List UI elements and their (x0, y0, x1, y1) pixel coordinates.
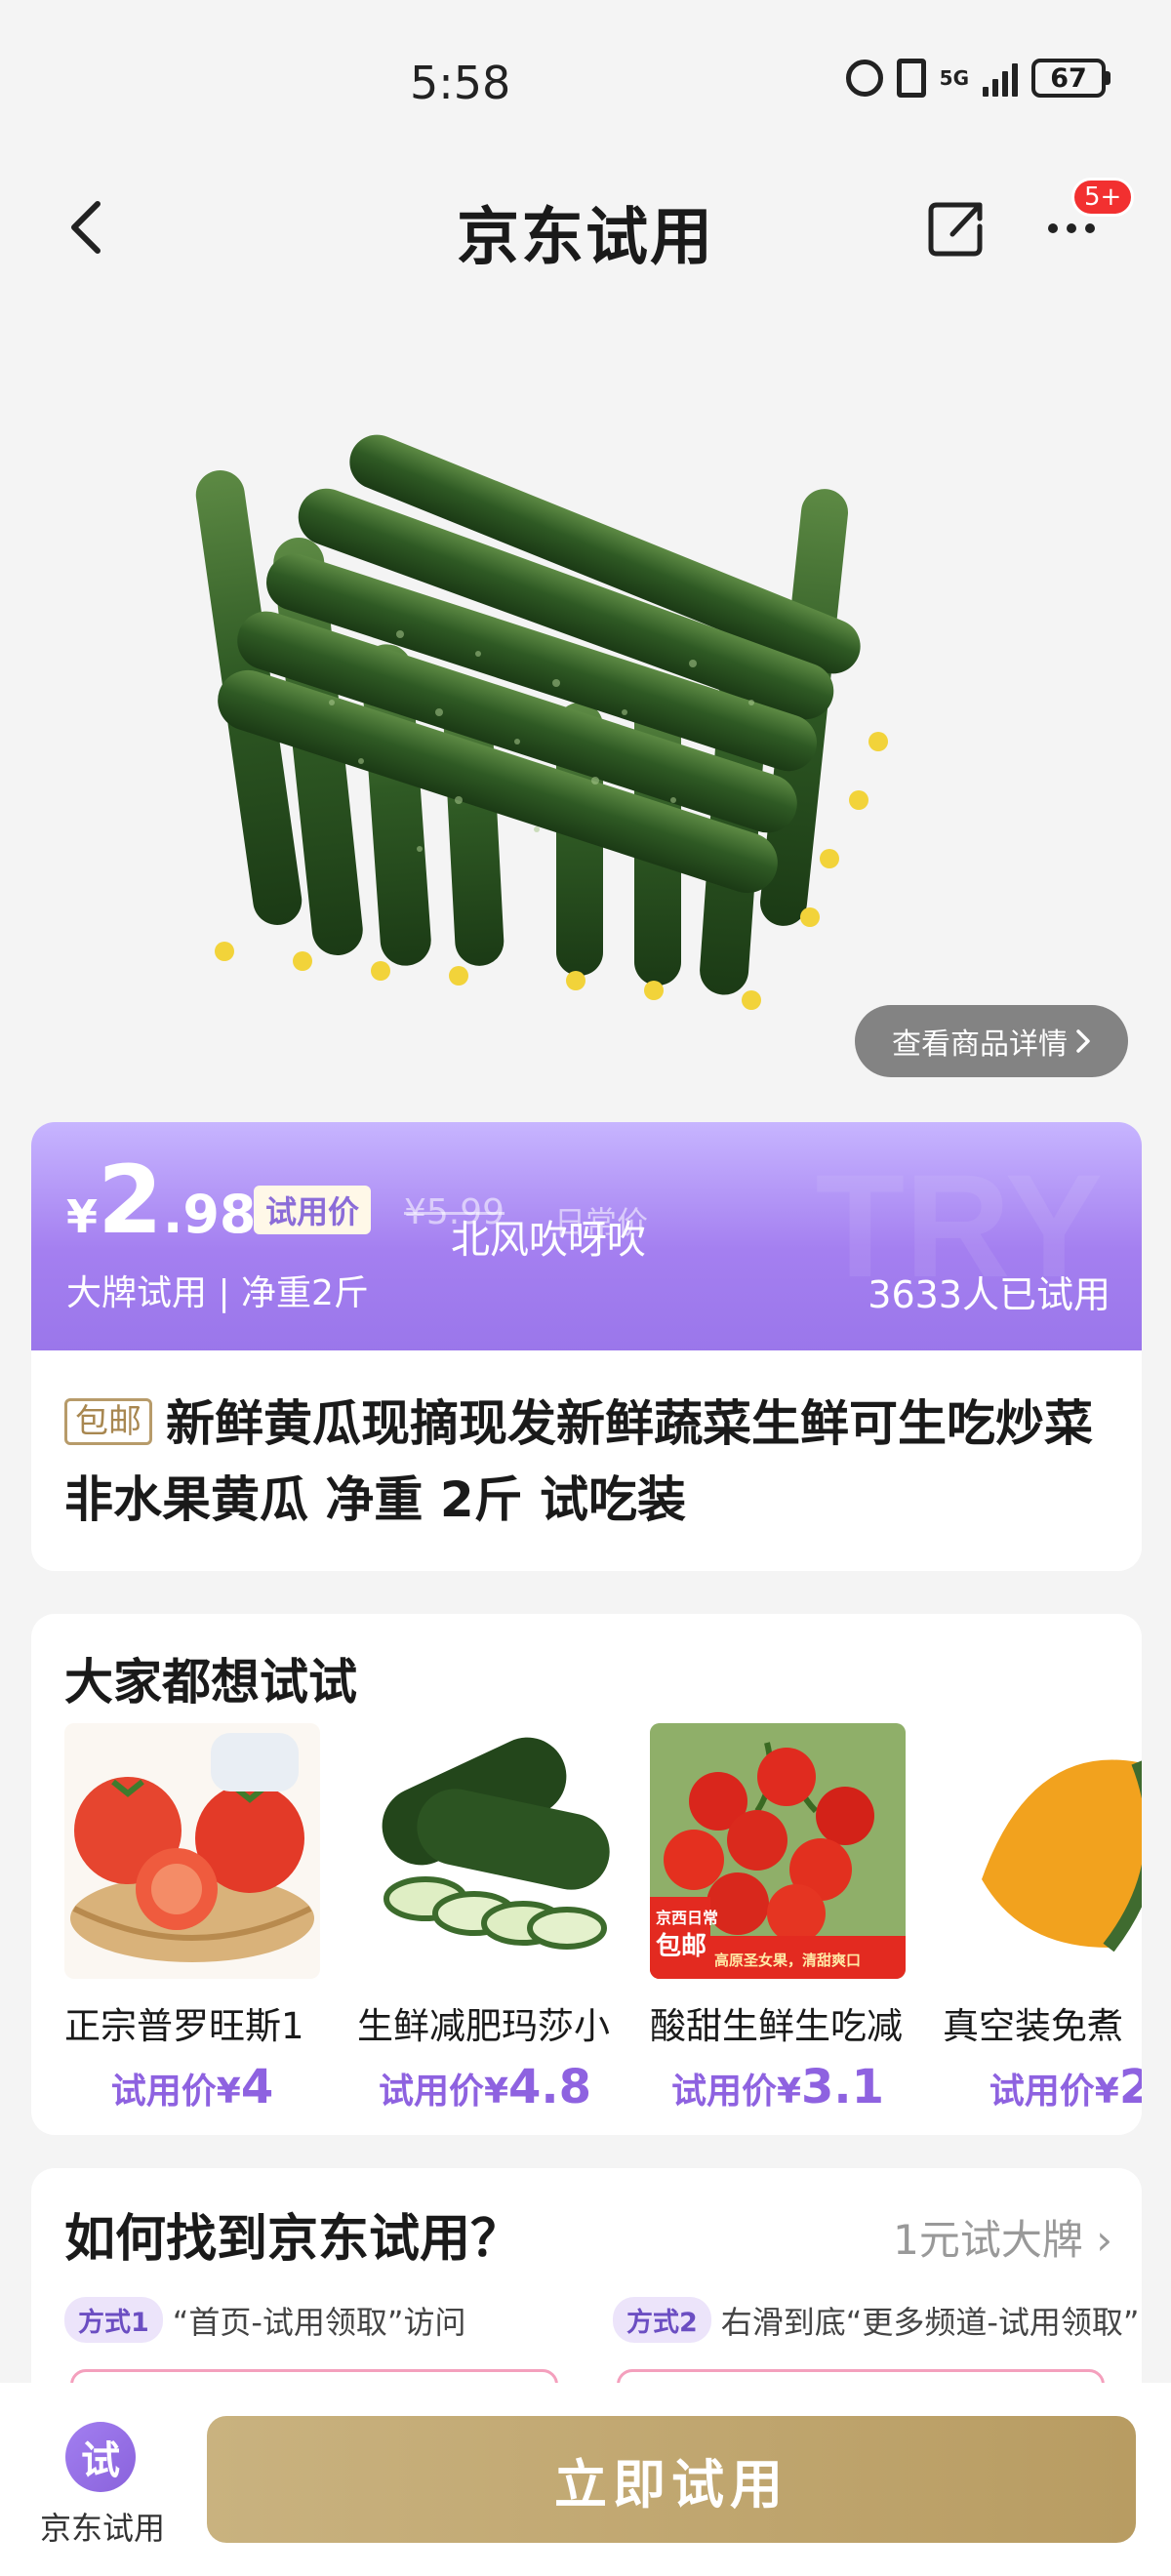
tomato-vine-image: 京西日常 包邮 高原圣女果，清甜爽口 (650, 1723, 906, 1979)
alarm-icon (845, 60, 883, 97)
way-2-badge: 方式2 (613, 2297, 711, 2343)
recommend-item[interactable]: 生鲜减肥玛莎小 试用价¥4.8 (357, 1723, 613, 2114)
recommend-item-price: 试用价¥4.8 (378, 2060, 592, 2114)
try-now-button[interactable]: 立即试用 (207, 2416, 1136, 2543)
recommendation-card: 大家都想试试 正宗普罗旺斯1 试用价¥4 生鲜减肥玛莎小 试用价¥4.8 京西日… (31, 1614, 1142, 2135)
tried-count: 3633人已试用 (868, 1273, 1110, 1316)
page-title: 京东试用 (457, 202, 714, 274)
header: 京东试用 5+ (0, 166, 1171, 293)
tomato-basket-image (64, 1723, 320, 1979)
status-time: 5:58 (410, 57, 511, 109)
brand-line: 大牌试用 | 净重2斤 (66, 1273, 369, 1313)
recommend-item-price: 试用价¥3.1 (670, 2060, 885, 2114)
image-free-shipping-tag: 包邮 (656, 1932, 707, 1961)
way-1: 方式1 “首页-试用领取”访问 (64, 2297, 466, 2343)
way-1-badge: 方式1 (64, 2297, 163, 2343)
price-currency: ¥ (66, 1190, 99, 1243)
vibrate-icon (896, 59, 926, 98)
recommend-item-price: 试用价¥4 (110, 2060, 274, 2114)
status-bar: 5:58 5G 67 (0, 0, 1171, 166)
jd-trial-home-button[interactable]: 试 京东试用 (29, 2422, 176, 2568)
share-button[interactable] (925, 197, 988, 260)
recommend-item[interactable]: 真空装免煮 试用价¥2 (943, 1723, 1142, 2114)
cucumber-slices-image (357, 1723, 613, 1979)
recommend-item[interactable]: 京西日常 包邮 高原圣女果，清甜爽口 酸甜生鲜生吃减 试用价¥3.1 (650, 1723, 906, 2114)
brand-trial-link[interactable]: 1元试大牌 › (893, 2207, 1112, 2267)
how-to-find-title: 如何找到京东试用？ (64, 2210, 522, 2269)
chevron-right-icon: › (1096, 2216, 1112, 2264)
trial-logo-icon: 试 (65, 2422, 136, 2492)
price-banner: TRY ¥ 2 .98 试用价 ¥5.99 日常价 北风吹呀吹 大牌试用 | 净… (31, 1122, 1142, 1356)
free-shipping-tag: 包邮 (64, 1398, 152, 1445)
product-title-text: 新鲜黄瓜现摘现发新鲜蔬菜生鲜可生吃炒菜非水果黄瓜 净重 2斤 试吃装 (64, 1395, 1093, 1528)
recommend-item[interactable]: 正宗普罗旺斯1 试用价¥4 (64, 1723, 320, 2114)
recommendation-title: 大家都想试试 (64, 1654, 357, 1711)
way-2: 方式2 右滑到底“更多频道-试用领取” (613, 2297, 1140, 2343)
image-footer-text: 高原圣女果，清甜爽口 (714, 1952, 862, 1969)
chevron-right-icon (1076, 1029, 1090, 1053)
product-title: 包邮 新鲜黄瓜现摘现发新鲜蔬菜生鲜可生吃炒菜非水果黄瓜 净重 2斤 试吃装 (64, 1386, 1109, 1538)
recommend-item-name: 酸甜生鲜生吃减 (650, 2005, 903, 2047)
signal-icon (983, 60, 1018, 97)
view-details-label: 查看商品详情 (892, 1027, 1068, 1062)
recommend-item-name: 生鲜减肥玛莎小 (357, 2005, 610, 2047)
more-dots-icon (1048, 223, 1058, 233)
cucumber-image (195, 434, 888, 1010)
way-1-text: “首页-试用领取”访问 (172, 2303, 466, 2341)
product-image[interactable] (185, 390, 986, 1034)
status-icons: 5G 67 (845, 59, 1110, 98)
price-integer: 2 (98, 1146, 163, 1255)
way-2-text: 右滑到底“更多频道-试用领取” (720, 2303, 1140, 2341)
share-icon (928, 202, 983, 257)
network-type: 5G (939, 66, 969, 90)
image-brand-tag: 京西日常 (656, 1909, 719, 1927)
recommend-item-name: 正宗普罗旺斯1 (64, 2005, 304, 2047)
message-badge: 5+ (1071, 178, 1135, 217)
price-decimal: .98 (162, 1184, 257, 1245)
battery-level: 67 (1031, 59, 1106, 98)
pumpkin-image (943, 1723, 1142, 1979)
battery-icon: 67 (1031, 59, 1110, 98)
overlay-text: 北风吹呀吹 (451, 1218, 646, 1263)
home-label: 京东试用 (39, 2510, 165, 2547)
view-details-button[interactable]: 查看商品详情 (855, 1005, 1128, 1077)
trial-price-tag: 试用价 (254, 1186, 372, 1234)
recommend-item-name: 真空装免煮 (943, 2005, 1123, 2047)
trial-price: ¥ 2 .98 (66, 1153, 256, 1247)
bottom-bar: 试 京东试用 立即试用 (0, 2383, 1171, 2576)
recommend-item-price: 试用价¥2 (989, 2060, 1142, 2114)
recommendation-list[interactable]: 正宗普罗旺斯1 试用价¥4 生鲜减肥玛莎小 试用价¥4.8 京西日常 包邮 高原… (64, 1723, 1142, 2133)
product-title-card: 包邮 新鲜黄瓜现摘现发新鲜蔬菜生鲜可生吃炒菜非水果黄瓜 净重 2斤 试吃装 (31, 1350, 1142, 1571)
